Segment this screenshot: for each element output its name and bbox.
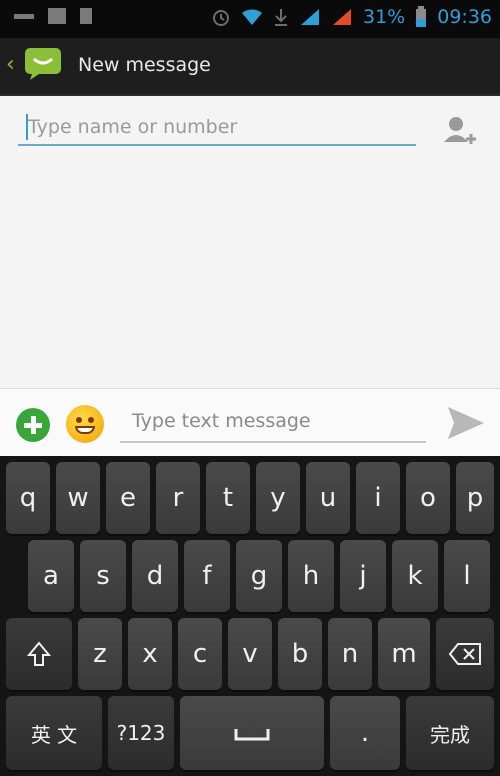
- key-n[interactable]: n: [328, 618, 372, 690]
- symbols-key[interactable]: ?123: [108, 696, 174, 770]
- emoji-mouth: [75, 426, 95, 434]
- space-key[interactable]: [180, 696, 324, 770]
- signal-icon: [333, 9, 351, 25]
- page-title: New message: [78, 54, 211, 76]
- key-f[interactable]: f: [184, 540, 230, 612]
- battery-percent: 31%: [363, 6, 406, 28]
- key-p[interactable]: p: [456, 462, 494, 534]
- sim-icon: [80, 8, 92, 24]
- message-field-container: [120, 401, 426, 443]
- recipient-input[interactable]: [18, 110, 416, 144]
- minus-icon: [14, 13, 34, 19]
- key-r[interactable]: r: [156, 462, 200, 534]
- backspace-key[interactable]: [436, 618, 494, 690]
- key-g[interactable]: g: [236, 540, 282, 612]
- backspace-icon: [448, 643, 481, 665]
- add-contact-icon[interactable]: [440, 110, 480, 150]
- keyboard: q w e r t y u i o p a s d f g h j k l z …: [0, 456, 500, 776]
- key-a[interactable]: a: [28, 540, 74, 612]
- message-input[interactable]: [120, 401, 426, 441]
- chevron-left-icon[interactable]: ‹: [6, 52, 15, 77]
- signal-icon: [301, 9, 319, 25]
- key-z[interactable]: z: [78, 618, 122, 690]
- space-icon: [234, 729, 270, 741]
- key-d[interactable]: d: [132, 540, 178, 612]
- done-key[interactable]: 完成: [406, 696, 494, 770]
- shift-key[interactable]: [6, 618, 72, 690]
- language-key[interactable]: 英 文: [6, 696, 102, 770]
- key-w[interactable]: w: [56, 462, 100, 534]
- key-o[interactable]: o: [406, 462, 450, 534]
- emoji-eye: [76, 417, 82, 423]
- period-key[interactable]: .: [330, 696, 400, 770]
- alarm-icon: [213, 10, 229, 26]
- key-c[interactable]: c: [178, 618, 222, 690]
- key-j[interactable]: j: [340, 540, 386, 612]
- key-i[interactable]: i: [356, 462, 400, 534]
- wifi-icon: [242, 9, 262, 25]
- recipient-field-container: [18, 110, 416, 146]
- text-cursor: [26, 114, 28, 140]
- key-e[interactable]: e: [106, 462, 150, 534]
- key-y[interactable]: y: [256, 462, 300, 534]
- key-t[interactable]: t: [206, 462, 250, 534]
- status-bar: 31% 09:36: [0, 0, 500, 38]
- key-h[interactable]: h: [288, 540, 334, 612]
- shift-icon: [27, 641, 51, 666]
- compose-area: [0, 96, 500, 388]
- key-v[interactable]: v: [228, 618, 272, 690]
- key-u[interactable]: u: [306, 462, 350, 534]
- image-icon: [48, 8, 66, 24]
- battery-icon: [416, 6, 427, 27]
- download-icon: [275, 9, 287, 26]
- clock: 09:36: [437, 6, 492, 28]
- key-l[interactable]: l: [444, 540, 490, 612]
- key-s[interactable]: s: [80, 540, 126, 612]
- key-q[interactable]: q: [6, 462, 50, 534]
- send-icon[interactable]: [446, 405, 486, 441]
- emoji-icon[interactable]: [66, 405, 104, 443]
- key-m[interactable]: m: [378, 618, 430, 690]
- emoji-eye: [88, 417, 94, 423]
- key-b[interactable]: b: [278, 618, 322, 690]
- action-bar: ‹ New message: [0, 38, 500, 96]
- messaging-app-icon[interactable]: [24, 47, 62, 81]
- message-bar: [0, 388, 500, 457]
- key-k[interactable]: k: [392, 540, 438, 612]
- add-attachment-icon[interactable]: [16, 408, 50, 442]
- key-x[interactable]: x: [128, 618, 172, 690]
